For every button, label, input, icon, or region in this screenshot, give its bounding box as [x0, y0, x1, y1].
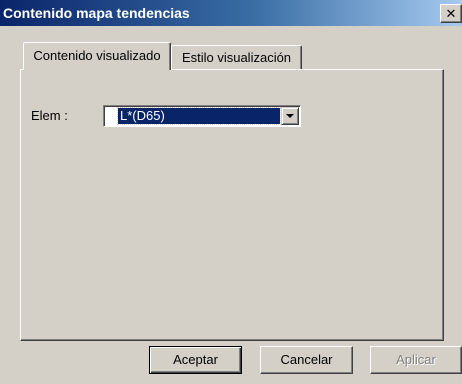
close-button[interactable]: ✕: [440, 4, 462, 23]
title-bar[interactable]: Contenido mapa tendencias ✕: [0, 0, 462, 26]
window-title: Contenido mapa tendencias: [3, 5, 190, 21]
close-icon: ✕: [445, 6, 457, 21]
elem-label: Elem :: [31, 108, 68, 123]
chevron-down-icon: [286, 114, 294, 118]
tab-label: Contenido visualizado: [33, 48, 161, 63]
elem-selected-value[interactable]: L*(D65): [117, 107, 281, 125]
tab-estilo-visualizacion[interactable]: Estilo visualización: [171, 45, 302, 70]
apply-button[interactable]: Aplicar: [370, 346, 462, 374]
dialog-window: Contenido mapa tendencias ✕ Contenido vi…: [0, 0, 462, 384]
cancel-button[interactable]: Cancelar: [260, 346, 353, 374]
tab-label: Estilo visualización: [181, 50, 292, 65]
elem-select[interactable]: L*(D65): [103, 105, 301, 127]
dropdown-button[interactable]: [281, 107, 299, 125]
tab-contenido-visualizado[interactable]: Contenido visualizado: [23, 42, 171, 70]
accept-button[interactable]: Aceptar: [149, 346, 242, 374]
